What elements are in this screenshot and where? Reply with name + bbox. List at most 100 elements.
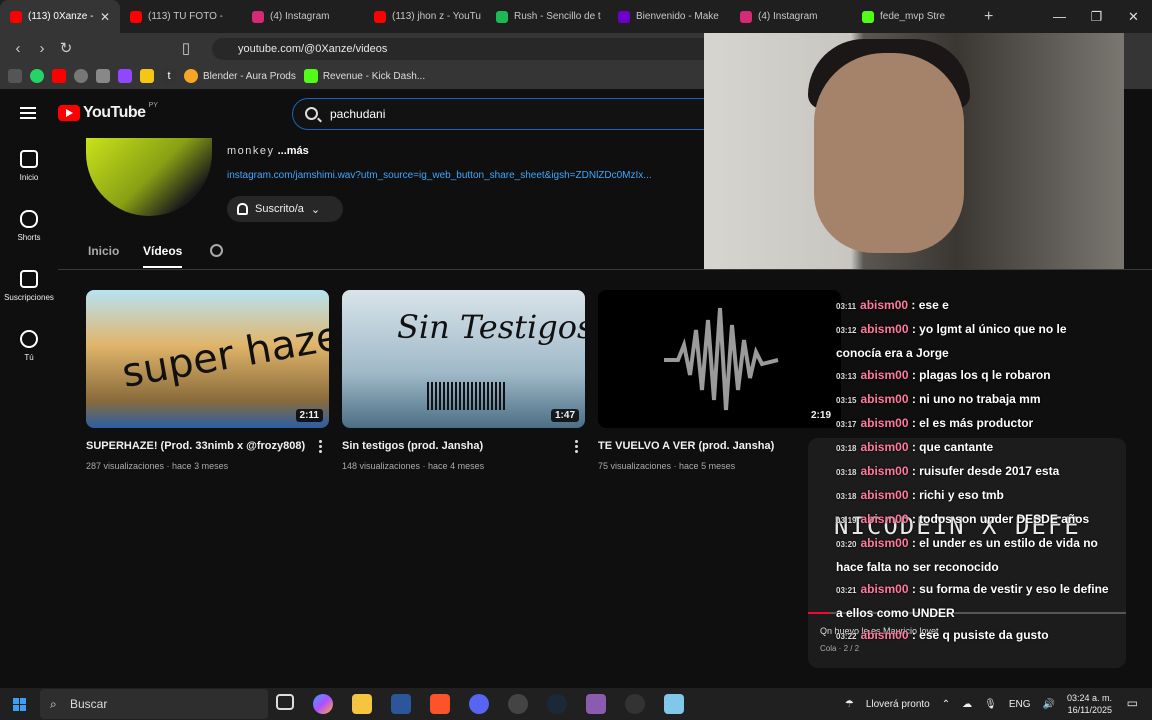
start-button[interactable] (0, 688, 38, 720)
chat-separator: : (908, 392, 920, 406)
chat-username: abism00 (860, 582, 909, 596)
video-title[interactable]: TE VUELVO A VER (prod. Jansha) (598, 440, 774, 452)
search-icon (305, 107, 318, 120)
chat-username: abism00 (860, 464, 909, 478)
thumbnail-text: super haze (118, 313, 329, 397)
media-player-icon[interactable] (625, 694, 645, 714)
tray-cloud-icon[interactable]: ☁ (962, 699, 972, 710)
tab-favicon-icon (740, 10, 752, 23)
chat-username: abism00 (860, 512, 909, 526)
word-icon[interactable] (391, 694, 411, 714)
video-title[interactable]: Sin testigos (prod. Jansha) (342, 440, 483, 452)
more-link[interactable]: ...más (275, 145, 309, 157)
mic-icon[interactable]: 🎙 (984, 699, 997, 710)
apps-icon[interactable] (8, 69, 22, 83)
video-thumbnail[interactable]: super haze 2:11 (86, 290, 329, 428)
taskbar-search[interactable]: ⌕ Buscar (40, 689, 268, 719)
restore-icon[interactable]: ❐ (1078, 0, 1115, 33)
channel-search-icon[interactable] (210, 244, 223, 257)
chatgpt-icon[interactable] (74, 69, 88, 83)
subscribed-button[interactable]: Suscrito/a ⌄ (227, 196, 343, 222)
browser-tab[interactable]: Bienvenido - Make (608, 0, 730, 33)
youtube-logo-icon (58, 105, 80, 121)
tray-overflow-icon[interactable]: ⌃ (942, 699, 950, 710)
brave-icon[interactable] (430, 694, 450, 714)
tumblr-icon[interactable]: t (162, 69, 176, 83)
channel-avatar[interactable] (86, 138, 212, 216)
chat-message: 03:22 abism00 : ese q pusiste da gusto (836, 624, 1110, 648)
chat-username: abism00 (860, 628, 909, 642)
youtube-icon[interactable] (52, 69, 66, 83)
youtube-logo[interactable]: YouTube PY (58, 102, 158, 122)
channel-description[interactable]: monkey ...más (227, 145, 309, 157)
chat-message: 03:20 abism00 : el under es un estilo de … (836, 532, 1110, 578)
search-input[interactable]: pachudani (292, 98, 712, 130)
more-options-icon[interactable] (319, 440, 323, 453)
browser-tab[interactable]: Rush - Sencillo de t (486, 0, 608, 33)
bell-icon (237, 203, 248, 215)
sidebar-item-shorts[interactable]: Shorts (0, 198, 58, 258)
menu-icon[interactable] (20, 107, 36, 119)
minimize-icon[interactable]: — (1041, 0, 1078, 33)
clock[interactable]: 03:24 a. m. 16/11/2025 (1067, 692, 1112, 716)
bookmark-icon[interactable]: ▯ (174, 39, 198, 57)
bookmark-kick-revenue[interactable]: Revenue - Kick Dash... (303, 69, 425, 83)
twitch-icon[interactable] (118, 69, 132, 83)
page-icon[interactable] (96, 69, 110, 83)
browser-tab[interactable]: (4) Instagram (730, 0, 852, 33)
sidebar-item-subscriptions[interactable]: Suscripciones (0, 258, 58, 318)
sidebar-item-label: Suscripciones (4, 293, 54, 302)
chat-text: ni uno no trabaja mm (919, 392, 1041, 406)
sidebar-item-you[interactable]: Tú (0, 318, 58, 378)
copilot-icon[interactable] (313, 694, 333, 714)
browser-tab[interactable]: (113) jhon z - YouTu (364, 0, 486, 33)
sidebar-item-home[interactable]: Inicio (0, 138, 58, 198)
notifications-icon[interactable]: ▭ (1127, 696, 1138, 710)
chat-separator: : (908, 416, 920, 430)
browser-tab[interactable]: (4) Instagram (242, 0, 364, 33)
video-card[interactable]: 2:19 TE VUELVO A VER (prod. Jansha) 75 v… (598, 290, 841, 471)
discord-icon[interactable] (469, 694, 489, 714)
close-window-icon[interactable]: ✕ (1115, 0, 1152, 33)
steam-icon[interactable] (547, 694, 567, 714)
app-icon[interactable] (586, 694, 606, 714)
browser-tab[interactable]: fede_mvp Stre (852, 0, 974, 33)
close-tab-icon[interactable]: ✕ (100, 10, 110, 24)
chat-text: ese e (918, 298, 949, 312)
kick-icon[interactable] (140, 69, 154, 83)
obs-icon[interactable] (508, 694, 528, 714)
whatsapp-icon[interactable] (30, 69, 44, 83)
chat-username: abism00 (860, 488, 909, 502)
tab-title: Rush - Sencillo de t (514, 11, 601, 22)
taskbar-apps (276, 694, 684, 714)
volume-icon[interactable]: 🔊 (1043, 699, 1055, 710)
more-options-icon[interactable] (575, 440, 579, 453)
chat-message: 03:12 abism00 : yo lgmt al único que no l… (836, 318, 1110, 364)
window-controls: — ❐ ✕ (1041, 0, 1152, 33)
weather-icon[interactable]: ☂ (845, 699, 854, 710)
chat-text: ruisufer desde 2017 esta (919, 464, 1060, 478)
back-icon[interactable]: ‹ (6, 40, 30, 57)
video-thumbnail[interactable]: 2:19 (598, 290, 841, 428)
chat-timestamp: 03:20 (836, 540, 857, 549)
tab-videos[interactable]: Vídeos (143, 244, 183, 268)
weather-label[interactable]: Lloverá pronto (866, 699, 930, 710)
browser-tab[interactable]: (113) TU FOTO - (120, 0, 242, 33)
notepad-icon[interactable] (664, 694, 684, 714)
bookmark-blender[interactable]: Blender - Aura Prods (184, 69, 296, 83)
video-thumbnail[interactable]: Sin Testigos 1:47 (342, 290, 585, 428)
forward-icon[interactable]: › (30, 40, 54, 57)
task-view-icon[interactable] (276, 694, 294, 710)
reload-icon[interactable]: ↻ (54, 39, 78, 57)
tab-favicon-icon (130, 10, 142, 23)
file-explorer-icon[interactable] (352, 694, 372, 714)
new-tab-button[interactable]: + (974, 8, 1003, 26)
browser-tab[interactable]: (113) 0Xanze - ✕ (0, 0, 120, 33)
video-title[interactable]: SUPERHAZE! (Prod. 33nimb x @frozy808) (86, 440, 305, 452)
language-indicator[interactable]: ENG (1009, 699, 1031, 710)
channel-link[interactable]: instagram.com/jamshimi.wav?utm_source=ig… (227, 170, 699, 181)
video-card[interactable]: super haze 2:11 SUPERHAZE! (Prod. 33nimb… (86, 290, 329, 471)
video-card[interactable]: Sin Testigos 1:47 Sin testigos (prod. Ja… (342, 290, 585, 471)
tab-home[interactable]: Inicio (88, 244, 119, 258)
webcam-overlay (704, 33, 1124, 269)
